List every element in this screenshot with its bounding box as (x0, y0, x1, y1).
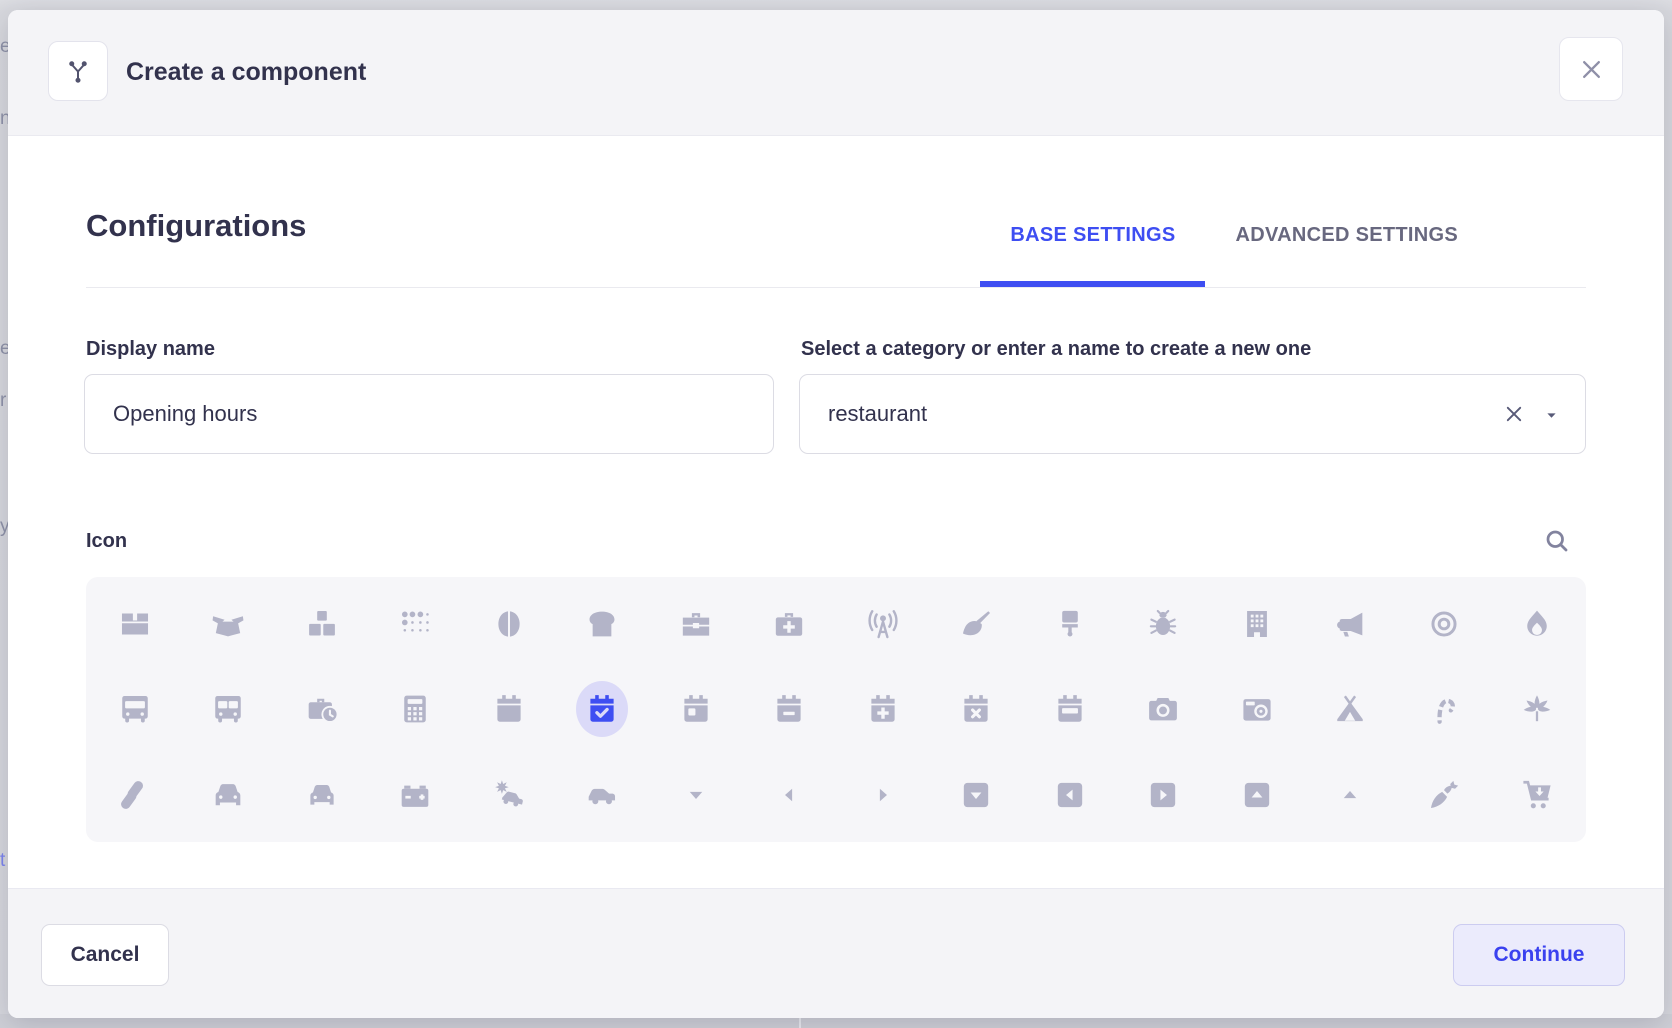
settings-tabs: BASE SETTINGS ADVANCED SETTINGS (980, 224, 1488, 287)
candy-cane-icon[interactable] (1397, 667, 1491, 753)
calendar-week-icon[interactable] (1023, 667, 1117, 753)
clear-x-icon[interactable] (1502, 402, 1526, 426)
calendar-minus-icon[interactable] (743, 667, 837, 753)
calendar-plus-icon[interactable] (836, 667, 930, 753)
briefcase-icon[interactable] (649, 581, 743, 667)
broom-icon[interactable] (930, 581, 1024, 667)
caret-down-icon[interactable] (1543, 407, 1560, 424)
car-battery-icon[interactable] (369, 752, 463, 838)
car-crash-icon[interactable] (462, 752, 556, 838)
bread-slice-icon[interactable] (556, 581, 650, 667)
modal-footer: Cancel Continue (8, 888, 1664, 1018)
bullseye-icon[interactable] (1397, 581, 1491, 667)
icon-picker-label: Icon (86, 530, 127, 553)
brain-icon[interactable] (462, 581, 556, 667)
backdrop-column-edge (799, 1018, 801, 1028)
building-icon[interactable] (1210, 581, 1304, 667)
calculator-icon[interactable] (369, 667, 463, 753)
backdrop-text-fragment: y (0, 516, 8, 538)
display-name-input[interactable] (84, 374, 774, 454)
icon-grid (86, 577, 1586, 842)
calendar-day-icon[interactable] (649, 667, 743, 753)
caret-right-icon[interactable] (836, 752, 930, 838)
brush-icon[interactable] (1023, 581, 1117, 667)
bus-icon[interactable] (88, 667, 182, 753)
section-divider (86, 287, 1586, 288)
car-icon[interactable] (182, 752, 276, 838)
category-input[interactable] (799, 374, 1586, 454)
caret-square-up-icon[interactable] (1210, 752, 1304, 838)
caret-down-icon[interactable] (649, 752, 743, 838)
create-component-modal: Create a component Configurations BASE S… (8, 10, 1664, 1018)
close-icon (1578, 56, 1605, 83)
camera-icon[interactable] (1117, 667, 1211, 753)
backdrop-text-fragment: r (0, 390, 8, 412)
category-label: Select a category or enter a name to cre… (801, 338, 1586, 361)
business-time-icon[interactable] (275, 667, 369, 753)
carrot-icon[interactable] (1397, 752, 1491, 838)
close-button[interactable] (1559, 37, 1623, 101)
caret-square-left-icon[interactable] (1023, 752, 1117, 838)
box-open-icon[interactable] (182, 581, 276, 667)
tab-base-settings[interactable]: BASE SETTINGS (980, 224, 1205, 287)
backdrop-text-fragment: e (0, 36, 8, 58)
car-side-icon[interactable] (556, 752, 650, 838)
page-backdrop: { "backdrop": { "fragments": [ {"ch": "e… (0, 0, 1672, 1028)
braille-icon[interactable] (369, 581, 463, 667)
modal-header: Create a component (8, 10, 1664, 136)
calendar-icon[interactable] (462, 667, 556, 753)
category-select (799, 374, 1586, 454)
capsules-icon[interactable] (88, 752, 182, 838)
cancel-button[interactable]: Cancel (41, 924, 169, 986)
icon-picker-header: Icon (86, 526, 1586, 556)
box-icon[interactable] (88, 581, 182, 667)
display-name-label: Display name (86, 338, 774, 361)
campground-icon[interactable] (1304, 667, 1398, 753)
backdrop-text-fragment: n (0, 108, 8, 130)
backdrop-text-fragment: e (0, 338, 8, 360)
calendar-times-icon[interactable] (930, 667, 1024, 753)
car-alt-icon[interactable] (275, 752, 369, 838)
calendar-check-icon[interactable] (556, 667, 650, 753)
continue-button[interactable]: Continue (1453, 924, 1625, 986)
caret-up-icon[interactable] (1304, 752, 1398, 838)
bug-icon[interactable] (1117, 581, 1211, 667)
category-field: Select a category or enter a name to cre… (799, 338, 1586, 454)
caret-left-icon[interactable] (743, 752, 837, 838)
bus-alt-icon[interactable] (182, 667, 276, 753)
section-heading: Configurations (86, 208, 306, 244)
modal-title: Create a component (126, 10, 366, 135)
component-branch-icon (48, 41, 108, 101)
display-name-field: Display name (84, 338, 774, 454)
boxes-icon[interactable] (275, 581, 369, 667)
broadcast-tower-icon[interactable] (836, 581, 930, 667)
caret-square-right-icon[interactable] (1117, 752, 1211, 838)
cannabis-icon[interactable] (1491, 667, 1585, 753)
backdrop-text-fragment: t (0, 850, 8, 872)
caret-square-down-icon[interactable] (930, 752, 1024, 838)
search-icon[interactable] (1542, 526, 1572, 556)
bullhorn-icon[interactable] (1304, 581, 1398, 667)
briefcase-medical-icon[interactable] (743, 581, 837, 667)
camera-retro-icon[interactable] (1210, 667, 1304, 753)
tab-advanced-settings[interactable]: ADVANCED SETTINGS (1205, 224, 1488, 287)
burn-icon[interactable] (1491, 581, 1585, 667)
cart-arrow-down-icon[interactable] (1491, 752, 1585, 838)
